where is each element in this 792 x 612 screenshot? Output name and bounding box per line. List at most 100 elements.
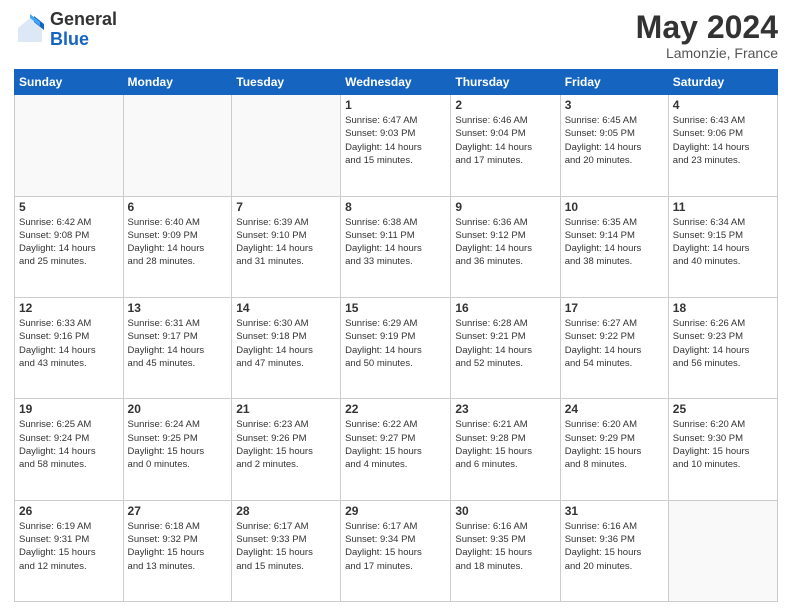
day-info: Sunrise: 6:17 AM Sunset: 9:34 PM Dayligh… [345,520,446,573]
day-info: Sunrise: 6:36 AM Sunset: 9:12 PM Dayligh… [455,216,555,269]
day-number: 29 [345,504,446,518]
table-row: 5 Sunrise: 6:42 AM Sunset: 9:08 PM Daylig… [15,196,124,297]
day-number: 2 [455,98,555,112]
day-number: 28 [236,504,336,518]
day-number: 8 [345,200,446,214]
day-number: 18 [673,301,773,315]
day-info: Sunrise: 6:28 AM Sunset: 9:21 PM Dayligh… [455,317,555,370]
table-row: 6Sunrise: 6:40 AM Sunset: 9:09 PM Daylig… [123,196,232,297]
day-number: 11 [673,200,773,214]
day-info: Sunrise: 6:18 AM Sunset: 9:32 PM Dayligh… [128,520,228,573]
day-number: 23 [455,402,555,416]
day-info: Sunrise: 6:30 AM Sunset: 9:18 PM Dayligh… [236,317,336,370]
day-info: Sunrise: 6:29 AM Sunset: 9:19 PM Dayligh… [345,317,446,370]
calendar-week-4: 19 Sunrise: 6:25 AM Sunset: 9:24 PM Dayli… [15,399,778,500]
calendar-week-5: 26 Sunrise: 6:19 AM Sunset: 9:31 PM Dayli… [15,500,778,601]
table-row [232,95,341,196]
table-row: 21Sunrise: 6:23 AM Sunset: 9:26 PM Dayli… [232,399,341,500]
day-number: 31 [565,504,664,518]
table-row: 9 Sunrise: 6:36 AM Sunset: 9:12 PM Daylig… [451,196,560,297]
day-number: 20 [128,402,228,416]
day-info: Sunrise: 6:33 AM Sunset: 9:16 PM Dayligh… [19,317,119,370]
table-row: 17Sunrise: 6:27 AM Sunset: 9:22 PM Dayli… [560,297,668,398]
table-row: 7 Sunrise: 6:39 AM Sunset: 9:10 PM Daylig… [232,196,341,297]
header-wednesday: Wednesday [341,70,451,95]
day-info: Sunrise: 6:26 AM Sunset: 9:23 PM Dayligh… [673,317,773,370]
day-info: Sunrise: 6:45 AM Sunset: 9:05 PM Dayligh… [565,114,664,167]
table-row: 1 Sunrise: 6:47 AM Sunset: 9:03 PM Daylig… [341,95,451,196]
table-row: 14 Sunrise: 6:30 AM Sunset: 9:18 PM Dayli… [232,297,341,398]
day-info: Sunrise: 6:34 AM Sunset: 9:15 PM Dayligh… [673,216,773,269]
day-number: 24 [565,402,664,416]
logo-icon [14,14,46,46]
day-info: Sunrise: 6:47 AM Sunset: 9:03 PM Dayligh… [345,114,446,167]
location: Lamonzie, France [636,45,778,61]
day-info: Sunrise: 6:35 AM Sunset: 9:14 PM Dayligh… [565,216,664,269]
day-info: Sunrise: 6:31 AM Sunset: 9:17 PM Dayligh… [128,317,228,370]
header-friday: Friday [560,70,668,95]
day-number: 5 [19,200,119,214]
calendar-table: Sunday Monday Tuesday Wednesday Thursday… [14,69,778,602]
day-info: Sunrise: 6:24 AM Sunset: 9:25 PM Dayligh… [128,418,228,471]
day-info: Sunrise: 6:43 AM Sunset: 9:06 PM Dayligh… [673,114,773,167]
day-info: Sunrise: 6:22 AM Sunset: 9:27 PM Dayligh… [345,418,446,471]
header-tuesday: Tuesday [232,70,341,95]
table-row: 23 Sunrise: 6:21 AM Sunset: 9:28 PM Dayli… [451,399,560,500]
day-number: 4 [673,98,773,112]
day-number: 9 [455,200,555,214]
day-info: Sunrise: 6:46 AM Sunset: 9:04 PM Dayligh… [455,114,555,167]
table-row: 27 Sunrise: 6:18 AM Sunset: 9:32 PM Dayli… [123,500,232,601]
day-number: 21 [236,402,336,416]
table-row: 20 Sunrise: 6:24 AM Sunset: 9:25 PM Dayli… [123,399,232,500]
day-number: 16 [455,301,555,315]
day-number: 12 [19,301,119,315]
table-row [123,95,232,196]
table-row: 2 Sunrise: 6:46 AM Sunset: 9:04 PM Daylig… [451,95,560,196]
header-sunday: Sunday [15,70,124,95]
header-thursday: Thursday [451,70,560,95]
header-saturday: Saturday [668,70,777,95]
day-info: Sunrise: 6:38 AM Sunset: 9:11 PM Dayligh… [345,216,446,269]
day-number: 15 [345,301,446,315]
day-number: 25 [673,402,773,416]
table-row: 30 Sunrise: 6:16 AM Sunset: 9:35 PM Dayli… [451,500,560,601]
table-row: 4 Sunrise: 6:43 AM Sunset: 9:06 PM Daylig… [668,95,777,196]
day-number: 27 [128,504,228,518]
title-section: May 2024 Lamonzie, France [636,10,778,61]
day-number: 13 [128,301,228,315]
day-number: 19 [19,402,119,416]
table-row [15,95,124,196]
day-info: Sunrise: 6:16 AM Sunset: 9:35 PM Dayligh… [455,520,555,573]
day-number: 1 [345,98,446,112]
day-info: Sunrise: 6:39 AM Sunset: 9:10 PM Dayligh… [236,216,336,269]
table-row: 28 Sunrise: 6:17 AM Sunset: 9:33 PM Dayli… [232,500,341,601]
table-row: 10 Sunrise: 6:35 AM Sunset: 9:14 PM Dayli… [560,196,668,297]
table-row: 8 Sunrise: 6:38 AM Sunset: 9:11 PM Daylig… [341,196,451,297]
logo-general: General [50,10,117,30]
day-number: 14 [236,301,336,315]
day-number: 6 [128,200,228,214]
calendar-week-2: 5 Sunrise: 6:42 AM Sunset: 9:08 PM Daylig… [15,196,778,297]
day-number: 3 [565,98,664,112]
day-info: Sunrise: 6:21 AM Sunset: 9:28 PM Dayligh… [455,418,555,471]
day-number: 17 [565,301,664,315]
table-row: 13 Sunrise: 6:31 AM Sunset: 9:17 PM Dayli… [123,297,232,398]
header-monday: Monday [123,70,232,95]
logo: General Blue [14,10,117,50]
table-row: 19 Sunrise: 6:25 AM Sunset: 9:24 PM Dayli… [15,399,124,500]
table-row: 22 Sunrise: 6:22 AM Sunset: 9:27 PM Dayli… [341,399,451,500]
day-number: 10 [565,200,664,214]
table-row: 3 Sunrise: 6:45 AM Sunset: 9:05 PM Daylig… [560,95,668,196]
day-info: Sunrise: 6:19 AM Sunset: 9:31 PM Dayligh… [19,520,119,573]
day-number: 26 [19,504,119,518]
header: General Blue May 2024 Lamonzie, France [14,10,778,61]
day-number: 30 [455,504,555,518]
day-info: Sunrise: 6:25 AM Sunset: 9:24 PM Dayligh… [19,418,119,471]
day-info: Sunrise: 6:17 AM Sunset: 9:33 PM Dayligh… [236,520,336,573]
day-number: 22 [345,402,446,416]
table-row: 24Sunrise: 6:20 AM Sunset: 9:29 PM Dayli… [560,399,668,500]
calendar-week-3: 12 Sunrise: 6:33 AM Sunset: 9:16 PM Dayli… [15,297,778,398]
day-number: 7 [236,200,336,214]
month-title: May 2024 [636,10,778,45]
day-info: Sunrise: 6:42 AM Sunset: 9:08 PM Dayligh… [19,216,119,269]
